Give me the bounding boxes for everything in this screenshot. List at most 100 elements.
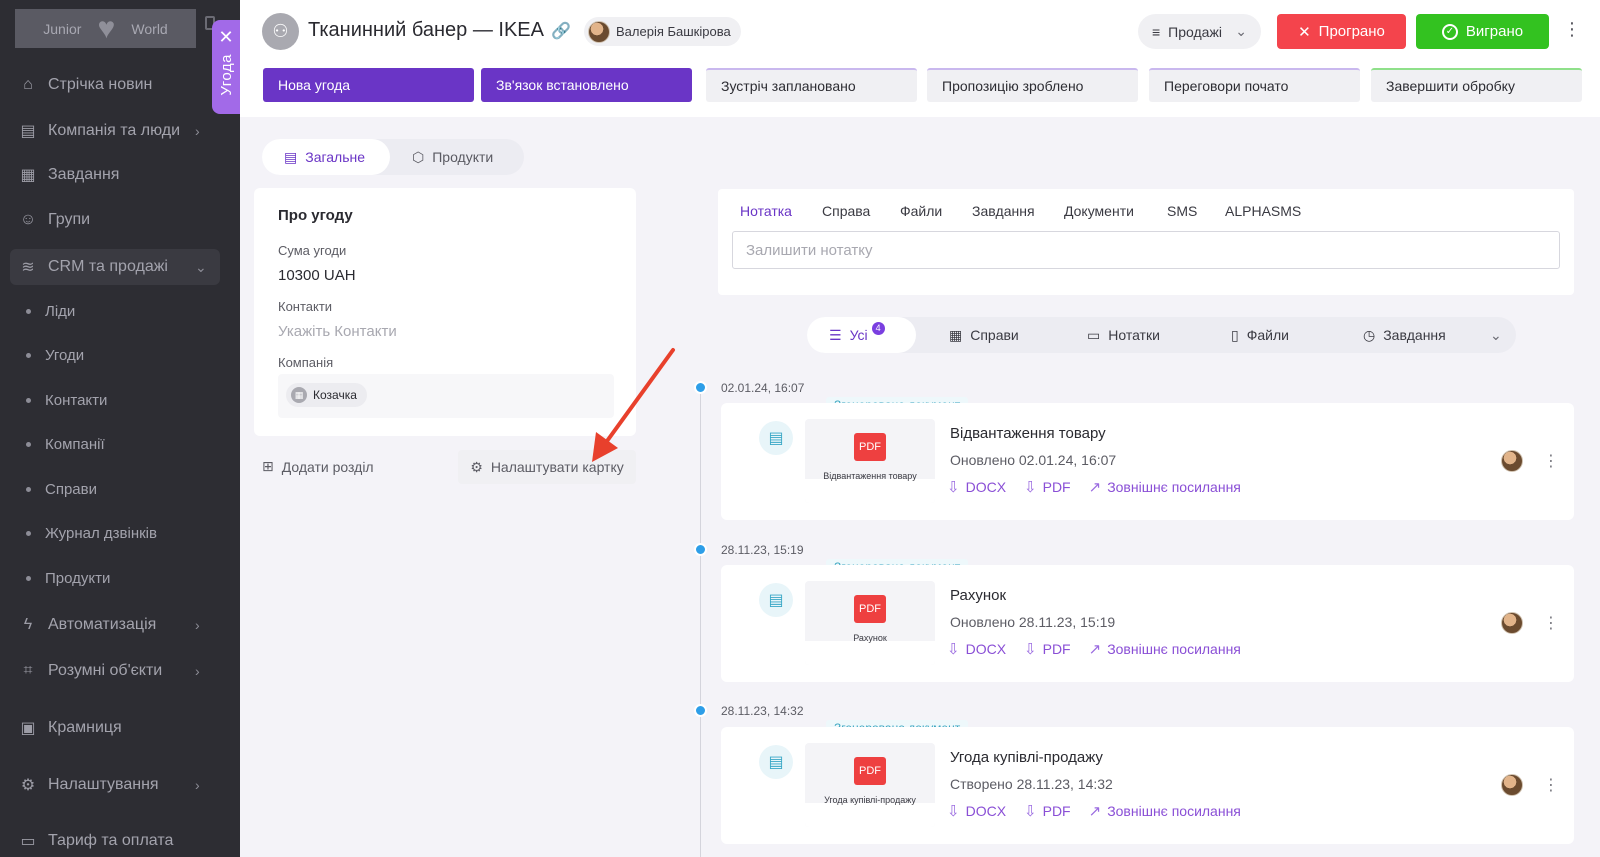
sidebar-item-label: Групи xyxy=(48,211,91,228)
stage-meeting-scheduled[interactable]: Зустріч заплановано xyxy=(706,68,917,102)
lost-button[interactable]: ✕ Програно xyxy=(1277,14,1406,49)
add-section-icon: ⊞ xyxy=(262,458,274,474)
filter-tasks[interactable]: ◷ Завдання xyxy=(1363,317,1446,353)
calendar-icon: ▦ xyxy=(949,326,963,343)
sidebar-item-settings[interactable]: ⚙ Налаштування › xyxy=(18,770,200,800)
bullet-icon xyxy=(26,575,31,581)
link-icon[interactable]: 🔗 xyxy=(551,21,571,41)
external-link[interactable]: ↗ Зовнішнє посилання xyxy=(1089,478,1241,496)
tab-tasks[interactable]: Завдання xyxy=(972,203,1035,219)
tab-files[interactable]: Файли xyxy=(900,203,942,219)
more-menu-icon[interactable]: ⋮ xyxy=(1543,613,1559,633)
thumbnail-caption: Відвантаження товару xyxy=(823,471,917,481)
note-input[interactable]: Залишити нотатку xyxy=(732,231,1560,269)
document-thumbnail[interactable]: PDF Рахунок xyxy=(805,581,935,665)
gear-icon: ⚙ xyxy=(20,777,36,794)
download-pdf-link[interactable]: ⇩ PDF xyxy=(1024,802,1071,820)
download-pdf-link[interactable]: ⇩ PDF xyxy=(1024,478,1071,496)
stage-contact-established[interactable]: Зв'язок встановлено xyxy=(481,68,692,102)
sidebar-subitem-leads[interactable]: Ліди xyxy=(26,298,75,324)
sidebar-item-smart-objects[interactable]: ⌗ Розумні об'єкти › xyxy=(18,656,199,686)
sidebar-item-billing[interactable]: ▭ Тариф та оплата xyxy=(18,826,173,856)
sidebar-item-store[interactable]: ▣ Крамниця xyxy=(18,713,122,743)
chevron-right-icon: › xyxy=(195,777,200,793)
chevron-right-icon: › xyxy=(195,617,200,633)
company-field[interactable]: ▦ Козачка xyxy=(278,374,614,418)
logo[interactable]: Junior ♥ World xyxy=(15,9,196,48)
download-pdf-link[interactable]: ⇩ PDF xyxy=(1024,640,1071,658)
sidebar-subitem-products[interactable]: Продукти xyxy=(26,565,110,591)
sidebar-item-news[interactable]: ⌂ Стрічка новин xyxy=(18,70,152,100)
amount-value[interactable]: 10300 UAH xyxy=(278,267,356,284)
won-button[interactable]: ✓ Виграно xyxy=(1416,14,1549,49)
pdf-badge: PDF xyxy=(854,595,886,623)
stage-proposal-made[interactable]: Пропозицію зроблено xyxy=(927,68,1138,102)
owner-chip[interactable]: Валерія Башкірова xyxy=(584,17,741,46)
sidebar-subitem-deals[interactable]: Угоди xyxy=(26,342,84,368)
sidebar-item-label: Стрічка новин xyxy=(48,76,153,93)
external-link[interactable]: ↗ Зовнішнє посилання xyxy=(1089,640,1241,658)
external-link[interactable]: ↗ Зовнішнє посилання xyxy=(1089,802,1241,820)
sidebar-subitem-contacts[interactable]: Контакти xyxy=(26,387,107,413)
sidebar-subitem-activities[interactable]: Справи xyxy=(26,476,97,502)
document-icon: ▤ xyxy=(759,745,793,779)
sidebar-item-tasks[interactable]: ▦ Завдання xyxy=(18,160,119,190)
avatar xyxy=(1501,774,1523,796)
filter-activities[interactable]: ▦ Справи xyxy=(949,317,1019,353)
tab-documents[interactable]: Документи xyxy=(1064,203,1134,219)
cloud-download-icon: ⇩ xyxy=(947,641,960,658)
filter-all[interactable]: ☰ Усі 4 xyxy=(807,317,916,353)
timeline-filter: ☰ Усі 4 ▦ Справи ▭ Нотатки ▯ Файли ◷ Зав… xyxy=(807,317,1516,353)
tab-general[interactable]: ▤ Загальне xyxy=(262,139,390,175)
pipeline-select[interactable]: ≡ Продажі ⌄ xyxy=(1138,14,1261,49)
filter-notes[interactable]: ▭ Нотатки xyxy=(1087,317,1160,353)
chevron-right-icon: › xyxy=(195,123,200,139)
close-icon: ✕ xyxy=(1298,23,1311,41)
list-icon: ▤ xyxy=(284,148,298,165)
deal-side-tab[interactable]: ✕ Угода xyxy=(212,20,240,114)
sidebar-item-groups[interactable]: ☺ Групи xyxy=(18,205,90,235)
sidebar-item-crm[interactable]: ≋ CRM та продажі ⌄ xyxy=(18,252,206,282)
chevron-down-icon: ⌄ xyxy=(1235,23,1247,39)
filter-icon: ≡ xyxy=(1152,23,1161,40)
stage-new-deal[interactable]: Нова угода xyxy=(263,68,474,102)
heart-logo-icon: ♥ xyxy=(97,11,116,45)
filter-files[interactable]: ▯ Файли xyxy=(1231,317,1289,353)
add-section-button[interactable]: ⊞ Додати розділ xyxy=(262,458,374,475)
document-thumbnail[interactable]: PDF Угода купівлі-продажу xyxy=(805,743,935,827)
more-menu-icon[interactable]: ⋮ xyxy=(1563,20,1581,38)
company-chip[interactable]: ▦ Козачка xyxy=(286,383,367,407)
sidebar-subitem-call-log[interactable]: Журнал дзвінків xyxy=(26,520,157,546)
tab-activity[interactable]: Справа xyxy=(822,203,870,219)
list-icon: ☰ xyxy=(829,326,842,343)
sidebar-item-automation[interactable]: ϟ Автоматизація › xyxy=(18,610,200,640)
external-link-icon: ↗ xyxy=(1088,479,1102,496)
tab-products[interactable]: ⬡ Продукти xyxy=(412,139,493,175)
stage-negotiations-started[interactable]: Переговори почато xyxy=(1149,68,1360,102)
thumbnail-footer xyxy=(805,803,935,827)
more-menu-icon[interactable]: ⋮ xyxy=(1543,775,1559,795)
sidebar-item-company-people[interactable]: ▤ Компанія та люди › xyxy=(18,116,199,146)
contacts-field[interactable]: Укажіть Контакти xyxy=(278,323,397,340)
tab-note[interactable]: Нотатка xyxy=(740,203,792,219)
stage-finish-processing[interactable]: Завершити обробку xyxy=(1371,68,1582,102)
tab-alphasms[interactable]: ALPHASMS xyxy=(1225,203,1301,219)
sidebar-subitem-companies[interactable]: Компанії xyxy=(26,431,105,457)
filter-label: Завдання xyxy=(1383,327,1446,343)
download-docx-link[interactable]: ⇩ DOCX xyxy=(947,640,1006,658)
owner-name: Валерія Башкірова xyxy=(616,24,731,39)
document-card: ▤ PDF Рахунок Рахунок Оновлено 28.11.23,… xyxy=(721,565,1574,682)
more-menu-icon[interactable]: ⋮ xyxy=(1543,451,1559,471)
close-icon[interactable]: ✕ xyxy=(218,28,233,46)
bolt-icon: ϟ xyxy=(23,616,33,633)
sidebar-item-label: Крамниця xyxy=(48,719,122,736)
download-docx-link[interactable]: ⇩ DOCX xyxy=(947,802,1006,820)
tab-sms[interactable]: SMS xyxy=(1167,203,1197,219)
stage-label: Зв'язок встановлено xyxy=(496,77,629,93)
action-label: DOCX xyxy=(965,641,1007,657)
download-docx-link[interactable]: ⇩ DOCX xyxy=(947,478,1006,496)
chevron-down-icon[interactable]: ⌄ xyxy=(1490,317,1502,353)
document-thumbnail[interactable]: PDF Відвантаження товару xyxy=(805,419,935,503)
building-icon: ▤ xyxy=(20,123,36,140)
sidebar-subitem-label: Компанії xyxy=(45,435,105,453)
